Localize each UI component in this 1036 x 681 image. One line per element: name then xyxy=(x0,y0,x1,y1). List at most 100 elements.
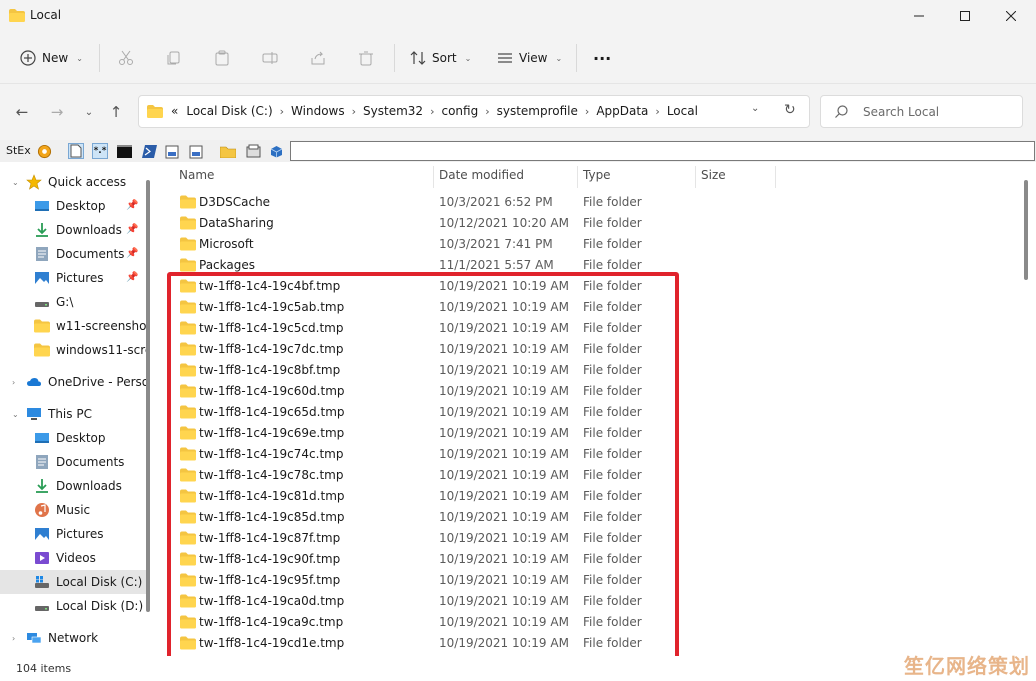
stex-copy-path-button[interactable] xyxy=(188,143,204,159)
sidebar-item-local-disk-c[interactable]: Local Disk (C:) xyxy=(0,570,148,594)
table-row[interactable]: DataSharing 10/12/2021 10:20 AM File folde… xyxy=(174,213,694,234)
file-list: Name Date modified Type Size D3DSCache 10… xyxy=(160,162,1036,665)
address-bar[interactable]: « Local Disk (C:) › Windows › System32 › co… xyxy=(138,95,810,128)
rename-button[interactable] xyxy=(262,46,278,70)
new-button[interactable]: New ⌄ xyxy=(20,46,83,70)
file-date-modified: 10/3/2021 6:52 PM xyxy=(439,195,553,209)
chevron-down-icon[interactable]: ⌄ xyxy=(12,410,19,419)
breadcrumb-item[interactable]: AppData xyxy=(592,104,652,118)
breadcrumb-overflow[interactable]: « xyxy=(167,104,182,118)
stex-cube-button[interactable] xyxy=(268,143,284,159)
chevron-right-icon[interactable]: › xyxy=(349,105,359,118)
arrow-right-icon: → xyxy=(50,103,64,121)
table-row[interactable]: Microsoft 10/3/2021 7:41 PM File folder xyxy=(174,234,694,255)
stex-wildcard-button[interactable]: *.* xyxy=(92,143,108,159)
sidebar-item-onedrive[interactable]: › OneDrive - Persor xyxy=(0,370,148,394)
back-button[interactable]: ← xyxy=(13,103,31,121)
stex-command-input[interactable] xyxy=(290,141,1035,161)
sidebar-item-w11-screenshot[interactable]: w11-screenshot xyxy=(0,314,148,338)
sidebar-item-pc-downloads[interactable]: Downloads xyxy=(0,474,148,498)
copy-button[interactable] xyxy=(166,46,182,70)
refresh-button[interactable]: ↻ xyxy=(784,102,796,118)
minimize-button[interactable] xyxy=(896,0,942,32)
sidebar-item-this-pc[interactable]: ⌄ This PC xyxy=(0,402,148,426)
arrow-up-icon: ↑ xyxy=(109,103,123,121)
sidebar-item-videos[interactable]: Videos xyxy=(0,546,148,570)
pin-icon[interactable]: 📌 xyxy=(126,224,138,235)
pin-icon[interactable]: 📌 xyxy=(126,272,138,283)
sidebar-item-desktop[interactable]: Desktop 📌 xyxy=(0,194,148,218)
share-button[interactable] xyxy=(310,46,326,70)
sidebar-item-g-drive[interactable]: G:\ xyxy=(0,290,148,314)
up-button[interactable]: ↑ xyxy=(107,103,125,121)
close-button[interactable] xyxy=(988,0,1034,32)
breadcrumb-item[interactable]: System32 xyxy=(359,104,427,118)
recent-locations-button[interactable]: ⌄ xyxy=(80,103,98,121)
delete-button[interactable] xyxy=(358,46,374,70)
view-icon xyxy=(498,53,512,63)
stex-console-button[interactable] xyxy=(116,143,132,159)
pin-icon[interactable]: 📌 xyxy=(126,248,138,259)
breadcrumb-item[interactable]: systemprofile xyxy=(493,104,582,118)
sidebar-item-downloads[interactable]: Downloads 📌 xyxy=(0,218,148,242)
sidebar-item-pc-desktop[interactable]: Desktop xyxy=(0,426,148,450)
sidebar-item-local-disk-d[interactable]: Local Disk (D:) xyxy=(0,594,148,618)
stex-properties-button[interactable] xyxy=(245,143,261,159)
music-icon xyxy=(35,503,49,517)
chevron-down-icon[interactable]: ⌄ xyxy=(12,178,19,187)
sidebar-item-network[interactable]: › Network xyxy=(0,626,148,650)
forward-button[interactable]: → xyxy=(48,103,66,121)
pin-icon[interactable]: 📌 xyxy=(126,200,138,211)
view-button[interactable]: View ⌄ xyxy=(497,46,562,70)
chevron-right-icon[interactable]: › xyxy=(277,105,287,118)
sidebar-item-pictures[interactable]: Pictures 📌 xyxy=(0,266,148,290)
sidebar-item-pc-documents[interactable]: Documents xyxy=(0,450,148,474)
chevron-right-icon[interactable]: › xyxy=(582,105,592,118)
stex-powershell-button[interactable] xyxy=(141,143,157,159)
file-list-scrollbar[interactable] xyxy=(1024,180,1028,280)
cut-button[interactable] xyxy=(118,46,134,70)
folder-icon xyxy=(34,343,50,357)
stex-copy-file-button[interactable] xyxy=(164,143,180,159)
copy-filename-icon xyxy=(165,145,178,158)
stex-new-file-button[interactable] xyxy=(68,143,84,159)
breadcrumb-item[interactable]: config xyxy=(437,104,482,118)
documents-icon xyxy=(36,455,48,469)
table-row[interactable]: D3DSCache 10/3/2021 6:52 PM File folder xyxy=(174,192,694,213)
file-date-modified: 11/1/2021 5:57 AM xyxy=(439,258,554,272)
file-type: File folder xyxy=(583,216,642,230)
sidebar-item-windows11-screenshots[interactable]: windows11-scre xyxy=(0,338,148,362)
gear-icon xyxy=(37,144,51,158)
sidebar-item-documents[interactable]: Documents 📌 xyxy=(0,242,148,266)
address-history-button[interactable]: ⌄ xyxy=(751,103,759,114)
search-input[interactable]: Search Local xyxy=(820,95,1023,128)
folder-icon xyxy=(34,319,50,333)
paste-button[interactable] xyxy=(214,46,230,70)
stex-gear-button[interactable] xyxy=(36,143,52,159)
chevron-right-icon[interactable]: › xyxy=(482,105,492,118)
sort-button[interactable]: Sort ⌄ xyxy=(410,46,471,70)
desktop-icon xyxy=(35,201,49,211)
sidebar-item-music[interactable]: Music xyxy=(0,498,148,522)
folder-icon xyxy=(180,237,196,251)
column-header-name[interactable]: Name xyxy=(174,166,434,188)
sidebar-scrollbar[interactable] xyxy=(146,180,150,612)
chevron-right-icon[interactable]: › xyxy=(12,634,15,643)
sidebar-item-pc-pictures[interactable]: Pictures xyxy=(0,522,148,546)
sidebar-item-label: Network xyxy=(48,631,99,645)
column-header-size[interactable]: Size xyxy=(696,166,776,188)
selection-highlight-box xyxy=(167,272,679,665)
chevron-right-icon[interactable]: › xyxy=(12,378,15,387)
stex-folder-button[interactable] xyxy=(220,143,236,159)
breadcrumb-item[interactable]: Local xyxy=(663,104,702,118)
column-header-type[interactable]: Type xyxy=(578,166,696,188)
title-bar: Local xyxy=(0,0,1036,32)
chevron-right-icon[interactable]: › xyxy=(652,105,662,118)
breadcrumb-item[interactable]: Local Disk (C:) xyxy=(182,104,276,118)
maximize-button[interactable] xyxy=(942,0,988,32)
sidebar-item-quick-access[interactable]: ⌄ Quick access xyxy=(0,170,148,194)
chevron-right-icon[interactable]: › xyxy=(427,105,437,118)
column-header-date-modified[interactable]: Date modified xyxy=(434,166,578,188)
breadcrumb-item[interactable]: Windows xyxy=(287,104,349,118)
more-options-button[interactable]: ... xyxy=(593,42,611,66)
